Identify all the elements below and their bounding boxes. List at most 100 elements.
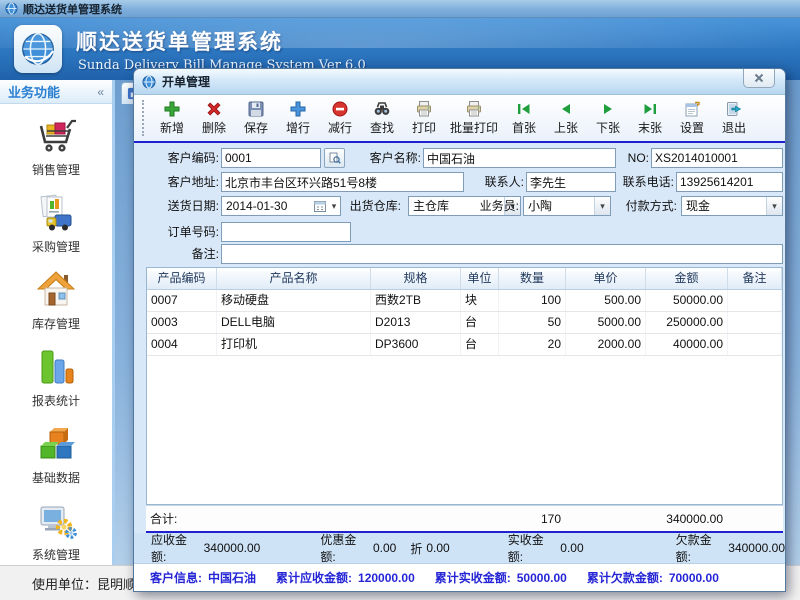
col-header-product-name[interactable]: 产品名称 <box>217 268 371 289</box>
sidebar-header: 业务功能 « <box>0 80 112 104</box>
next-icon <box>599 100 617 118</box>
table-header-row: 产品编码 产品名称 规格 单位 数量 单价 金额 备注 <box>147 268 782 290</box>
sidebar-item-label: 销售管理 <box>32 161 80 178</box>
remark-label: 备注: <box>139 244 219 264</box>
batch-print-button[interactable]: 批量打印 <box>445 97 503 139</box>
total-amount: 340000.00 <box>645 512 727 526</box>
add-row-icon <box>289 100 307 118</box>
table-row[interactable]: 0003 DELL电脑 D2013 台 50 5000.00 250000.00 <box>147 312 782 334</box>
add-icon <box>163 100 181 118</box>
next-record-button[interactable]: 下张 <box>587 97 629 139</box>
discount-label: 优惠金额: <box>320 531 369 565</box>
printer-icon <box>415 100 433 118</box>
sidebar-item-label: 库存管理 <box>32 315 80 332</box>
contact-input[interactable] <box>526 172 616 192</box>
customer-name-input[interactable] <box>423 148 616 168</box>
add-row-button[interactable]: 增行 <box>277 97 319 139</box>
total-qty: 170 <box>498 512 565 526</box>
customer-address-input[interactable] <box>221 172 464 192</box>
exit-icon <box>725 100 743 118</box>
system-gear-icon <box>33 499 79 543</box>
prev-record-button[interactable]: 上张 <box>545 97 587 139</box>
table-body: 0007 移动硬盘 西数2TB 块 100 500.00 50000.00 00… <box>147 290 782 356</box>
col-header-product-code[interactable]: 产品编码 <box>147 268 217 289</box>
dropdown-arrow-icon: ▾ <box>594 197 610 215</box>
col-header-remark[interactable]: 备注 <box>728 268 782 289</box>
sidebar-item-label: 采购管理 <box>32 238 80 255</box>
first-record-button[interactable]: 首张 <box>503 97 545 139</box>
customer-info-name: 中国石油 <box>208 569 256 586</box>
discount-rate-label: 折 <box>410 540 422 557</box>
customer-lookup-button[interactable] <box>324 148 345 168</box>
cart-icon <box>33 114 79 158</box>
exit-button[interactable]: 退出 <box>713 97 755 139</box>
remark-input[interactable] <box>221 244 783 264</box>
cum-debt-value: 70000.00 <box>669 571 719 585</box>
cum-receivable-value: 120000.00 <box>358 571 415 585</box>
settings-button[interactable]: 设置 <box>671 97 713 139</box>
app-logo <box>14 25 62 73</box>
sidebar-item-system[interactable]: 系统管理 <box>0 499 112 563</box>
col-header-unit[interactable]: 单位 <box>461 268 499 289</box>
purchase-truck-icon <box>33 191 79 235</box>
payment-label: 付款方式: <box>617 196 677 216</box>
total-label: 合计: <box>146 510 216 527</box>
billing-window: 开单管理 新增 删除 保存 增行 减行 查找 <box>133 68 786 592</box>
bill-no-input[interactable] <box>651 148 783 168</box>
table-row[interactable]: 0007 移动硬盘 西数2TB 块 100 500.00 50000.00 <box>147 290 782 312</box>
save-button[interactable]: 保存 <box>235 97 277 139</box>
close-icon <box>754 73 764 83</box>
sidebar-item-reports[interactable]: 报表统计 <box>0 345 112 409</box>
salesman-select[interactable]: 小陶 ▾ <box>523 196 611 216</box>
col-header-amount[interactable]: 金额 <box>646 268 728 289</box>
table-row[interactable]: 0004 打印机 DP3600 台 20 2000.00 40000.00 <box>147 334 782 356</box>
col-header-spec[interactable]: 规格 <box>371 268 461 289</box>
sidebar-item-purchase[interactable]: 采购管理 <box>0 191 112 255</box>
order-no-label: 订单号码: <box>139 222 219 242</box>
receivable-label: 应收金额: <box>151 531 200 565</box>
sidebar-item-inventory[interactable]: 库存管理 <box>0 268 112 332</box>
sidebar-title: 业务功能 <box>8 82 60 101</box>
os-titlebar: 顺达送货单管理系统 <box>0 0 800 18</box>
last-record-button[interactable]: 末张 <box>629 97 671 139</box>
discount-rate-value: 0.00 <box>426 541 449 555</box>
phone-input[interactable] <box>676 172 783 192</box>
sidebar-item-label: 基础数据 <box>32 469 80 486</box>
close-button[interactable] <box>743 69 775 88</box>
order-no-input[interactable] <box>221 222 351 242</box>
customer-name-label: 客户名称: <box>351 148 421 168</box>
sidebar: 业务功能 « 销售管理 采购管理 库存管理 报表统计 基础数据 系统管理 <box>0 80 115 565</box>
bill-no-label: NO: <box>589 148 649 168</box>
new-button[interactable]: 新增 <box>151 97 193 139</box>
remove-row-button[interactable]: 减行 <box>319 97 361 139</box>
items-table: 产品编码 产品名称 规格 单位 数量 单价 金额 备注 0007 移动硬盘 西数… <box>146 267 783 505</box>
delete-icon <box>205 100 223 118</box>
app-globe-icon <box>5 2 18 15</box>
globe-logo-icon <box>19 30 57 68</box>
sidebar-collapse-button[interactable]: « <box>97 85 104 99</box>
dropdown-arrow-icon: ▾ <box>766 197 782 215</box>
sidebar-item-sales[interactable]: 销售管理 <box>0 114 112 178</box>
total-row: 合计: 170 340000.00 <box>146 505 783 533</box>
customer-code-input[interactable] <box>221 148 321 168</box>
sidebar-items: 销售管理 采购管理 库存管理 报表统计 基础数据 系统管理 <box>0 104 112 565</box>
sidebar-item-basedata[interactable]: 基础数据 <box>0 422 112 486</box>
settings-icon <box>683 100 701 118</box>
summary-bar: 应收金额: 340000.00 优惠金额: 0.00 折 0.00 实收金额: … <box>134 533 785 563</box>
payment-select[interactable]: 现金 ▾ <box>681 196 783 216</box>
received-value: 0.00 <box>560 541 583 555</box>
print-button[interactable]: 打印 <box>403 97 445 139</box>
sidebar-item-label: 系统管理 <box>32 546 80 563</box>
discount-value: 0.00 <box>373 541 396 555</box>
binoculars-icon <box>373 100 391 118</box>
delete-button[interactable]: 删除 <box>193 97 235 139</box>
warehouse-label: 出货仓库: <box>321 196 401 216</box>
find-button[interactable]: 查找 <box>361 97 403 139</box>
col-header-qty[interactable]: 数量 <box>499 268 566 289</box>
sidebar-item-label: 报表统计 <box>32 392 80 409</box>
customer-code-label: 客户编码: <box>139 148 219 168</box>
prev-icon <box>557 100 575 118</box>
debt-value: 340000.00 <box>728 541 785 555</box>
received-label: 实收金额: <box>508 531 557 565</box>
col-header-price[interactable]: 单价 <box>566 268 646 289</box>
